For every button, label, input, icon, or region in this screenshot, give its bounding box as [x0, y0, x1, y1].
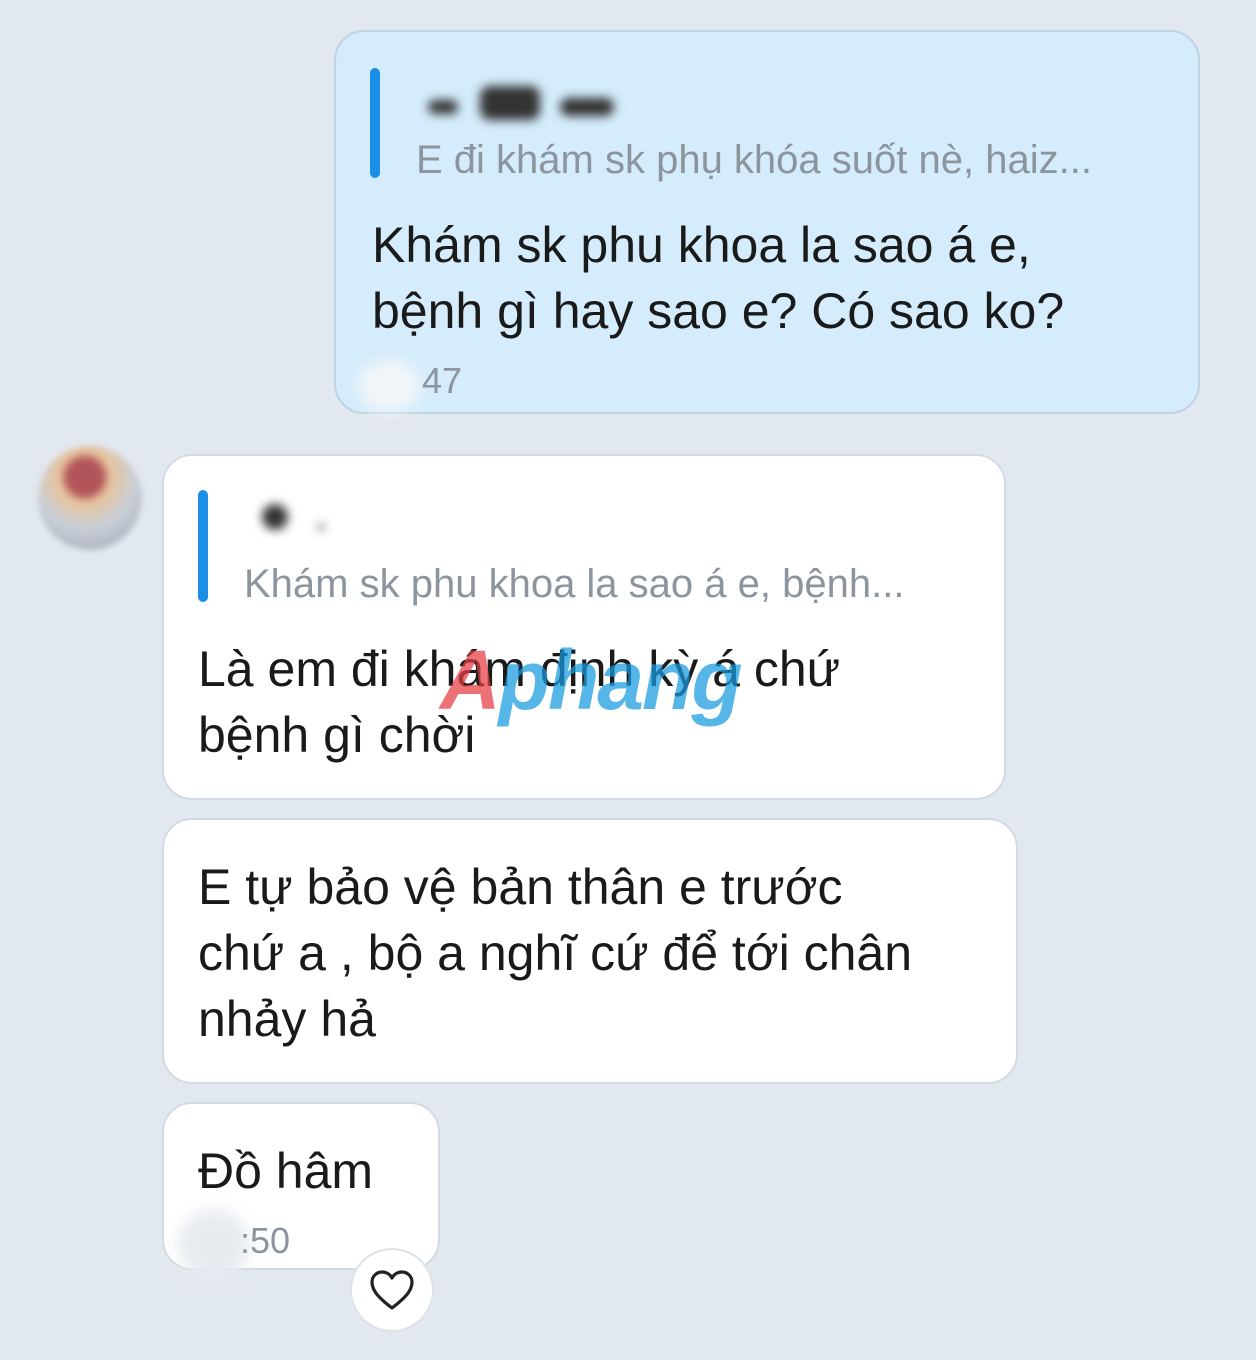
- quote-bar: [370, 68, 380, 178]
- heart-icon: [370, 1270, 414, 1310]
- reply-quote[interactable]: E đi khám sk phụ khóa suốt nè, haiz...: [370, 68, 1170, 182]
- message-time: :50: [240, 1220, 291, 1261]
- quote-bar: [198, 490, 208, 602]
- reaction-button[interactable]: [350, 1248, 434, 1332]
- quote-text: E đi khám sk phụ khóa suốt nè, haiz...: [416, 138, 1092, 182]
- quote-text: Khám sk phu khoa la sao á e, bệnh...: [244, 562, 905, 606]
- message-text: Đồ hâm: [198, 1143, 374, 1199]
- message-text: Khám sk phu khoa la sao á e, bệnh gì hay…: [372, 217, 1065, 339]
- reply-quote[interactable]: Khám sk phu khoa la sao á e, bệnh...: [198, 490, 978, 606]
- watermark-logo: Aphang: [440, 633, 743, 727]
- message-time: 47: [422, 360, 463, 401]
- received-message-bubble[interactable]: Đồ hâm :50: [162, 1102, 440, 1280]
- time-redaction: [358, 360, 420, 412]
- sender-avatar[interactable]: [38, 446, 142, 550]
- received-message-bubble[interactable]: Khám sk phu khoa la sao á e, bệnh... Là …: [162, 454, 1006, 800]
- received-message-bubble[interactable]: E tự bảo vệ bản thân e trước chứ a , bộ …: [162, 818, 1018, 1084]
- message-text: E tự bảo vệ bản thân e trước chứ a , bộ …: [198, 859, 913, 1047]
- sent-message-bubble[interactable]: E đi khám sk phụ khóa suốt nè, haiz... K…: [334, 30, 1200, 414]
- quote-sender-name-redacted: [238, 490, 458, 550]
- quote-sender-name-redacted: [410, 68, 630, 128]
